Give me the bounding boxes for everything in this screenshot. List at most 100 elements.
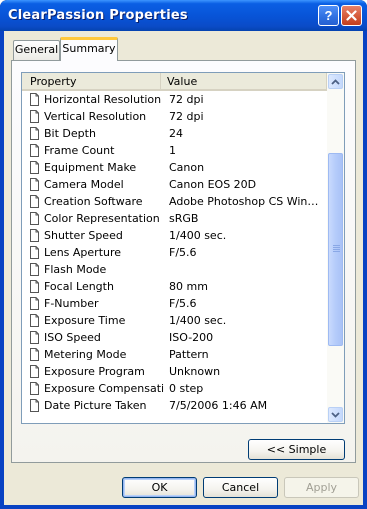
list-item[interactable]: Date Picture Taken 7/5/2006 1:46 AM bbox=[22, 397, 327, 414]
property-value: 72 dpi bbox=[169, 93, 204, 106]
document-icon bbox=[28, 229, 41, 242]
close-button[interactable] bbox=[341, 5, 362, 26]
property-name: Equipment Make bbox=[44, 161, 137, 174]
document-icon bbox=[28, 93, 41, 106]
property-value: F/5.6 bbox=[169, 297, 197, 310]
document-icon bbox=[28, 348, 41, 361]
property-value: 0 step bbox=[169, 382, 204, 395]
list-item[interactable]: Horizontal Resolution 72 dpi bbox=[22, 91, 327, 108]
window-frame-bottom bbox=[0, 505, 367, 509]
document-icon bbox=[28, 399, 41, 412]
property-name: Focal Length bbox=[44, 280, 114, 293]
list-body: Horizontal Resolution 72 dpi Vertical Reso… bbox=[22, 91, 327, 423]
list-item[interactable]: Equipment Make Canon bbox=[22, 159, 327, 176]
list-item[interactable]: Focal Length 80 mm bbox=[22, 278, 327, 295]
property-name: Date Picture Taken bbox=[44, 399, 147, 412]
list-item[interactable]: Creation Software Adobe Photoshop CS Wind… bbox=[22, 193, 327, 210]
property-value: 1 bbox=[169, 144, 176, 157]
document-icon bbox=[28, 127, 41, 140]
property-value: sRGB bbox=[169, 212, 199, 225]
document-icon bbox=[28, 382, 41, 395]
property-value: 24 bbox=[169, 127, 183, 140]
chevron-up-icon bbox=[331, 78, 340, 85]
property-name: Metering Mode bbox=[44, 348, 127, 361]
property-value: 1/400 sec. bbox=[169, 314, 227, 327]
property-name: ISO Speed bbox=[44, 331, 101, 344]
list-item[interactable]: Shutter Speed 1/400 sec. bbox=[22, 227, 327, 244]
window-title: ClearPassion Properties bbox=[8, 8, 188, 23]
scroll-thumb[interactable] bbox=[328, 153, 343, 346]
help-icon: ? bbox=[325, 9, 333, 22]
property-value: 7/5/2006 1:46 AM bbox=[169, 399, 268, 412]
thumb-grip-line bbox=[333, 251, 340, 252]
property-value: Canon EOS 20D bbox=[169, 178, 257, 191]
document-icon bbox=[28, 144, 41, 157]
simple-button[interactable]: << Simple bbox=[248, 439, 345, 460]
property-name: Exposure Time bbox=[44, 314, 126, 327]
svg-text:?: ? bbox=[325, 9, 333, 22]
list-item[interactable]: Frame Count 1 bbox=[22, 142, 327, 159]
apply-button: Apply bbox=[284, 477, 359, 498]
document-icon bbox=[28, 110, 41, 123]
document-icon bbox=[28, 263, 41, 276]
document-icon bbox=[28, 246, 41, 259]
scroll-down-button[interactable] bbox=[328, 407, 343, 422]
property-value: Unknown bbox=[169, 365, 221, 378]
window-frame-right bbox=[363, 31, 367, 509]
property-value: Canon bbox=[169, 161, 205, 174]
list-item[interactable]: Flash Mode bbox=[22, 261, 327, 278]
ok-button[interactable]: OK bbox=[122, 477, 197, 498]
property-name: Frame Count bbox=[44, 144, 115, 157]
vertical-scrollbar[interactable] bbox=[327, 73, 344, 423]
property-name: F-Number bbox=[44, 297, 99, 310]
property-name: Bit Depth bbox=[44, 127, 96, 140]
title-bar[interactable]: ClearPassion Properties ? bbox=[0, 0, 367, 31]
document-icon bbox=[28, 195, 41, 208]
list-item[interactable]: F-Number F/5.6 bbox=[22, 295, 327, 312]
list-item[interactable]: ISO Speed ISO-200 bbox=[22, 329, 327, 346]
document-icon bbox=[28, 365, 41, 378]
property-value: 1/400 sec. bbox=[169, 229, 227, 242]
list-item[interactable]: Exposure Compensation 0 step bbox=[22, 380, 327, 397]
property-name: Color Representation bbox=[44, 212, 160, 225]
column-header-property[interactable]: Property bbox=[22, 73, 161, 91]
list-header: Property Value bbox=[22, 73, 327, 91]
property-value: Adobe Photoshop CS Windo... bbox=[169, 195, 319, 208]
list-item[interactable]: Lens Aperture F/5.6 bbox=[22, 244, 327, 261]
tab-summary[interactable]: Summary bbox=[60, 37, 118, 61]
property-value: Pattern bbox=[169, 348, 209, 361]
property-value: ISO-200 bbox=[169, 331, 214, 344]
document-icon bbox=[28, 314, 41, 327]
property-name: Exposure Compensation bbox=[44, 382, 164, 395]
column-header-value[interactable]: Value bbox=[161, 73, 327, 91]
cancel-button[interactable]: Cancel bbox=[203, 477, 278, 498]
list-item[interactable]: Camera Model Canon EOS 20D bbox=[22, 176, 327, 193]
document-icon bbox=[28, 297, 41, 310]
thumb-grip-line bbox=[333, 247, 340, 248]
list-item[interactable]: Metering Mode Pattern bbox=[22, 346, 327, 363]
close-icon bbox=[346, 10, 357, 21]
properties-list[interactable]: Property Value Horizontal Resolution 72 d… bbox=[21, 72, 345, 424]
thumb-grip-line bbox=[333, 245, 340, 246]
property-name: Shutter Speed bbox=[44, 229, 123, 242]
thumb-grip-line bbox=[333, 249, 340, 250]
property-name: Camera Model bbox=[44, 178, 124, 191]
property-name: Flash Mode bbox=[44, 263, 107, 276]
property-name: Vertical Resolution bbox=[44, 110, 147, 123]
property-value: 72 dpi bbox=[169, 110, 204, 123]
list-item[interactable]: Exposure Program Unknown bbox=[22, 363, 327, 380]
list-item[interactable]: Color Representation sRGB bbox=[22, 210, 327, 227]
tab-general[interactable]: General bbox=[13, 40, 60, 60]
list-item[interactable]: Bit Depth 24 bbox=[22, 125, 327, 142]
scroll-up-button[interactable] bbox=[328, 74, 343, 89]
properties-window: ClearPassion Properties ? General Summar… bbox=[0, 0, 367, 509]
property-name: Creation Software bbox=[44, 195, 143, 208]
property-name: Lens Aperture bbox=[44, 246, 122, 259]
chevron-down-icon bbox=[331, 411, 340, 418]
list-item[interactable]: Exposure Time 1/400 sec. bbox=[22, 312, 327, 329]
list-item[interactable]: Vertical Resolution 72 dpi bbox=[22, 108, 327, 125]
help-button[interactable]: ? bbox=[318, 5, 339, 26]
property-value: F/5.6 bbox=[169, 246, 197, 259]
property-name: Horizontal Resolution bbox=[44, 93, 162, 106]
document-icon bbox=[28, 212, 41, 225]
